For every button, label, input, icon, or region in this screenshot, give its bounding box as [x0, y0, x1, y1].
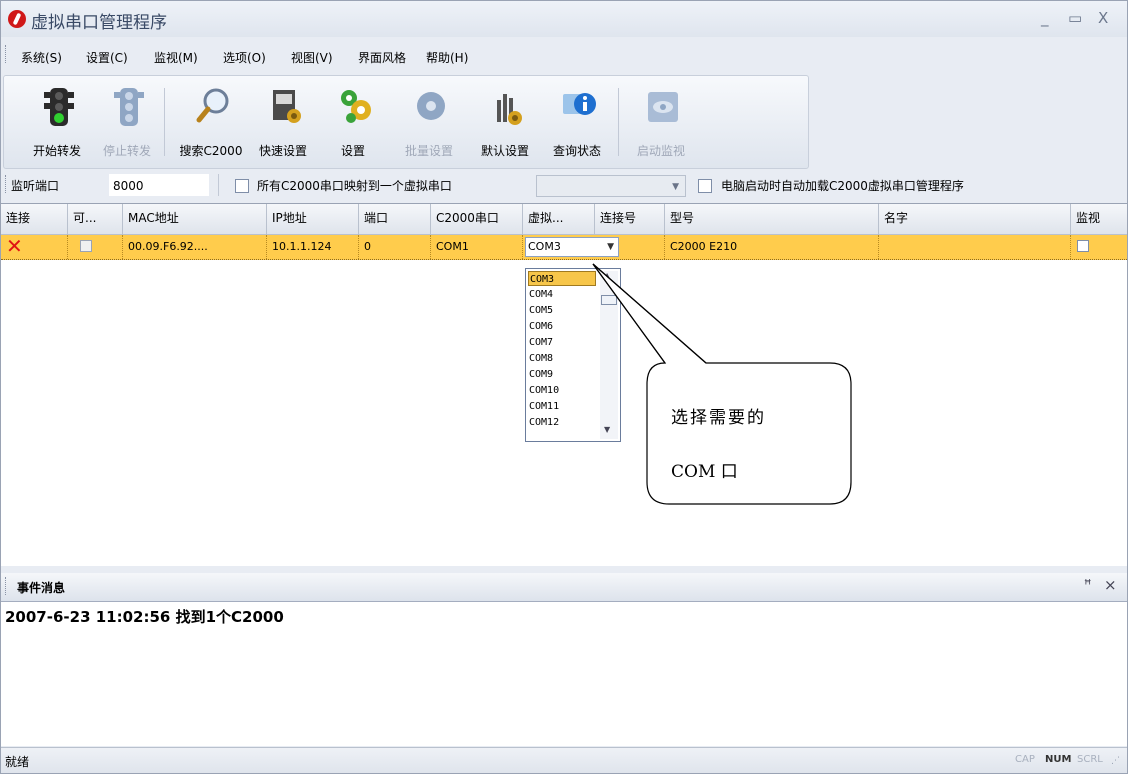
quick-setup-button[interactable]: 快速设置	[248, 82, 318, 164]
virtual-port-combo[interactable]: COM3 ▼	[525, 237, 619, 257]
menu-system[interactable]: 系统(S)	[21, 49, 62, 66]
settings-label: 设置	[340, 144, 365, 158]
col-name[interactable]: 名字	[879, 204, 1071, 234]
col-connection-id[interactable]: 连接号	[595, 204, 665, 234]
event-panel-title: 事件消息	[17, 581, 66, 595]
c2000-port-cell: COM1	[431, 235, 523, 259]
eye-monitor-disabled-icon	[648, 92, 678, 122]
menu-skin[interactable]: 界面风格	[358, 49, 406, 66]
chevron-down-icon: ▼	[607, 242, 614, 252]
search-c2000-button[interactable]: 搜索C2000	[176, 82, 246, 164]
status-bar: 就绪 CAP NUM SCRL ⋰	[1, 747, 1127, 773]
menu-grip	[5, 45, 8, 63]
port-cell: 0	[359, 235, 431, 259]
app-icon	[8, 10, 26, 28]
close-button[interactable]: X	[1098, 9, 1108, 27]
start-forward-button[interactable]: 开始转发	[22, 82, 92, 164]
window-title: 虚拟串口管理程序	[31, 13, 167, 33]
batch-setup-button[interactable]: 批量设置	[394, 82, 464, 164]
chevron-down-icon: ▼	[672, 182, 679, 192]
close-panel-icon[interactable]: ×	[1104, 576, 1117, 594]
toolbar: 开始转发 停止转发 搜索C2000 快速设置 设置 批量设置 默认设置 查询状态…	[3, 75, 809, 169]
traffic-light-icon	[44, 88, 74, 126]
enabled-cell	[68, 235, 123, 259]
virtual-port-select[interactable]: ▼	[536, 175, 686, 197]
enabled-checkbox[interactable]	[80, 240, 92, 252]
options-grip	[5, 175, 8, 193]
start-monitor-button[interactable]: 启动监视	[626, 82, 696, 164]
grid-header: 连接 可... MAC地址 IP地址 端口 C2000串口 虚拟... 连接号 …	[1, 204, 1127, 235]
col-virtual-port[interactable]: 虚拟...	[523, 204, 595, 234]
mac-cell: 00.09.F6.92....	[123, 235, 267, 259]
query-status-button[interactable]: 查询状态	[542, 82, 612, 164]
options-separator	[218, 174, 219, 196]
menu-monitor[interactable]: 监视(M)	[154, 49, 198, 66]
monitor-cell	[1071, 235, 1127, 259]
event-message: 2007-6-23 11:02:56 找到1个C2000	[5, 608, 284, 626]
map-all-checkbox[interactable]	[235, 179, 249, 193]
toolbar-separator	[618, 88, 619, 156]
map-all-label: 所有C2000串口映射到一个虚拟串口	[257, 179, 452, 193]
stop-forward-label: 停止转发	[102, 144, 151, 158]
listen-port-input[interactable]: 8000	[109, 174, 209, 196]
gears-icon	[341, 90, 371, 123]
minimize-button[interactable]: _	[1041, 9, 1049, 27]
info-monitor-icon	[563, 93, 596, 115]
menu-bar: 系统(S) 设置(C) 监视(M) 选项(O) 视图(V) 界面风格 帮助(H)	[1, 41, 1127, 71]
monitor-checkbox[interactable]	[1077, 240, 1089, 252]
default-setup-button[interactable]: 默认设置	[470, 82, 540, 164]
event-log: 2007-6-23 11:02:56 找到1个C2000	[1, 601, 1127, 746]
stop-forward-button[interactable]: 停止转发	[92, 82, 162, 164]
settings-button[interactable]: 设置	[318, 82, 388, 164]
default-setup-icon	[497, 94, 522, 125]
app-window: 虚拟串口管理程序 _ ▭ X 系统(S) 设置(C) 监视(M) 选项(O) 视…	[0, 0, 1128, 774]
callout-line-1: 选择需要的	[671, 408, 766, 428]
batch-gear-disabled-icon	[417, 92, 445, 120]
ip-cell: 10.1.1.124	[267, 235, 359, 259]
menu-view[interactable]: 视图(V)	[291, 49, 333, 66]
menu-settings[interactable]: 设置(C)	[86, 49, 128, 66]
start-monitor-label: 启动监视	[636, 144, 685, 158]
col-port[interactable]: 端口	[359, 204, 431, 234]
status-text: 就绪	[5, 755, 30, 769]
col-enabled[interactable]: 可...	[68, 204, 123, 234]
col-mac[interactable]: MAC地址	[123, 204, 267, 234]
cap-indicator: CAP	[1015, 754, 1035, 765]
title-bar: 虚拟串口管理程序 _ ▭ X	[1, 1, 1127, 37]
menu-options[interactable]: 选项(O)	[223, 49, 266, 66]
traffic-light-disabled-icon	[114, 88, 144, 126]
pin-icon[interactable]: ꟸ	[1084, 578, 1092, 593]
quick-setup-icon	[273, 90, 301, 123]
col-model[interactable]: 型号	[665, 204, 879, 234]
toolbar-separator	[164, 88, 165, 156]
virtual-port-value: COM3	[528, 240, 561, 253]
event-panel-grip	[5, 577, 8, 595]
scrl-indicator: SCRL	[1077, 754, 1103, 765]
col-connect[interactable]: 连接	[1, 204, 68, 234]
query-status-label: 查询状态	[552, 144, 601, 158]
options-bar: 监听端口 8000 所有C2000串口映射到一个虚拟串口 ▼ 电脑启动时自动加载…	[1, 171, 1127, 201]
search-c2000-label: 搜索C2000	[179, 144, 243, 158]
table-row[interactable]: ✕ 00.09.F6.92.... 10.1.1.124 0 COM1 C200…	[1, 235, 1127, 260]
col-monitor[interactable]: 监视	[1071, 204, 1127, 234]
num-indicator: NUM	[1045, 754, 1072, 765]
default-setup-label: 默认设置	[480, 144, 529, 158]
disconnected-icon: ✕	[1, 235, 68, 259]
magnifier-icon	[196, 88, 229, 123]
menu-help[interactable]: 帮助(H)	[426, 49, 468, 66]
batch-setup-label: 批量设置	[404, 144, 453, 158]
event-panel-header: 事件消息 ꟸ ×	[1, 573, 1127, 601]
maximize-button[interactable]: ▭	[1068, 9, 1082, 27]
resize-grip-icon[interactable]: ⋰	[1111, 756, 1120, 766]
autoload-checkbox[interactable]	[698, 179, 712, 193]
listen-port-label: 监听端口	[11, 179, 60, 193]
callout-line-2: COM 口	[671, 462, 738, 482]
name-cell	[879, 235, 1071, 259]
col-c2000-port[interactable]: C2000串口	[431, 204, 523, 234]
autoload-label: 电脑启动时自动加载C2000虚拟串口管理程序	[721, 179, 964, 193]
col-ip[interactable]: IP地址	[267, 204, 359, 234]
